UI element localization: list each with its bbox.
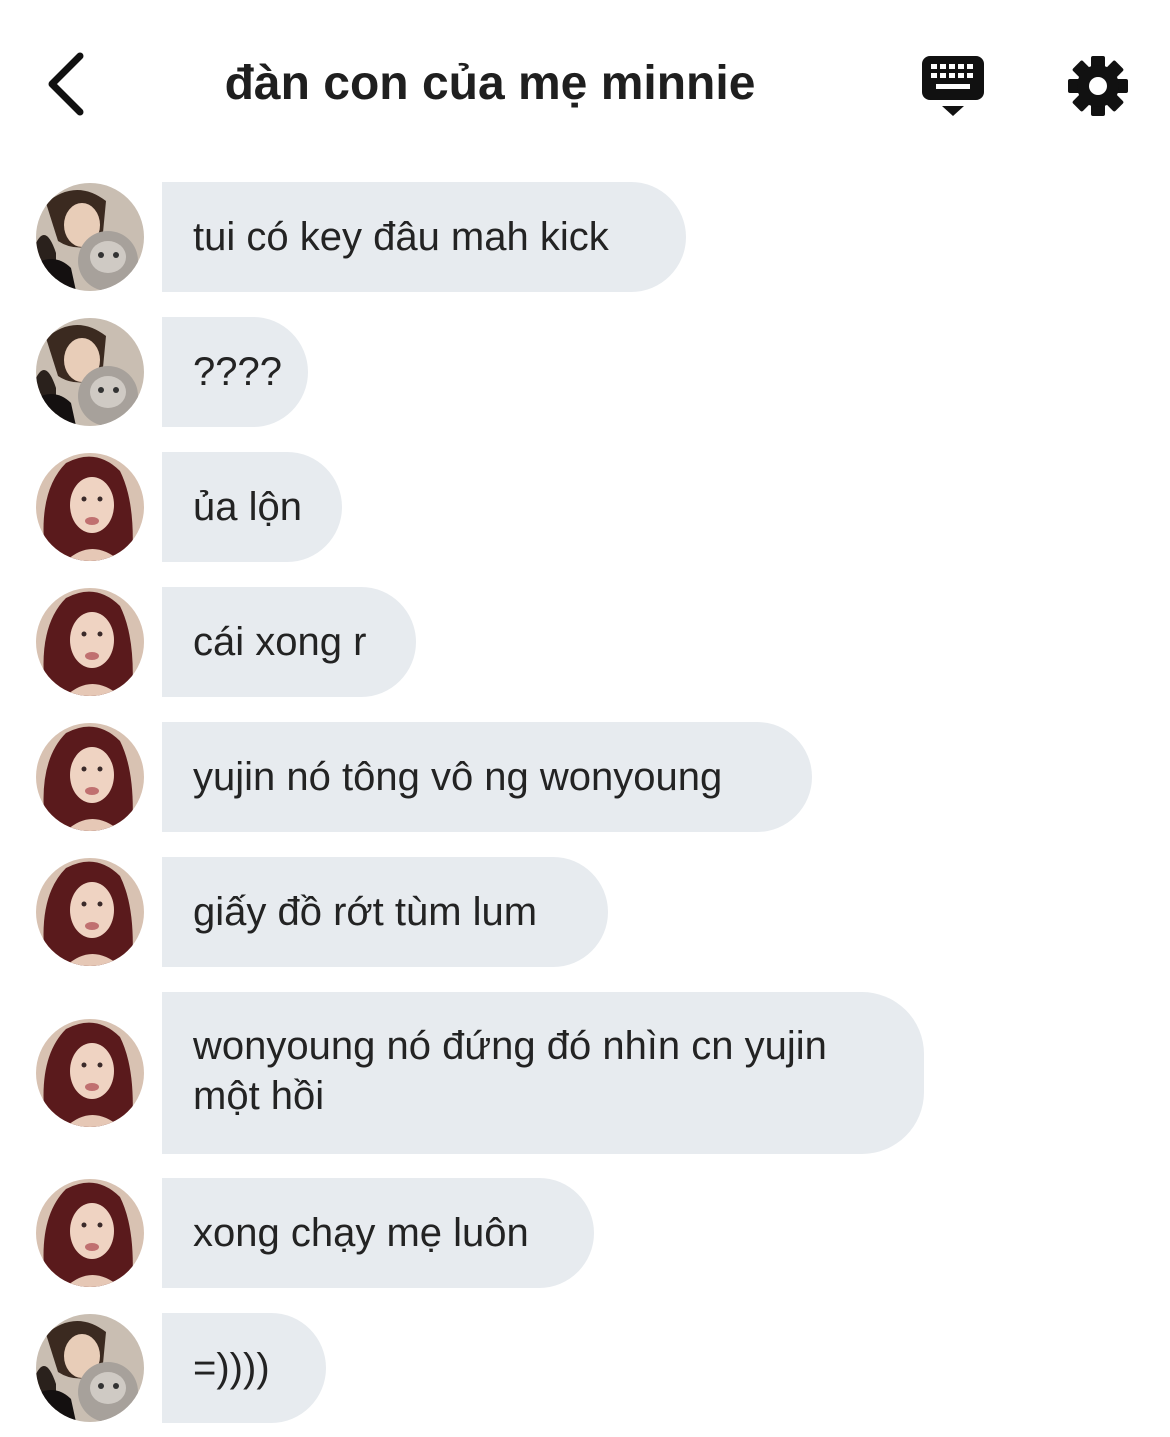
avatar[interactable] xyxy=(36,858,144,966)
avatar[interactable] xyxy=(36,318,144,426)
message-row: xong chạy mẹ luôn xyxy=(36,1178,594,1288)
avatar[interactable] xyxy=(36,183,144,291)
message-row: cái xong r xyxy=(36,587,416,697)
avatar[interactable] xyxy=(36,1314,144,1422)
avatar[interactable] xyxy=(36,723,144,831)
message-row: wonyoung nó đứng đó nhìn cn yujin một hồ… xyxy=(36,992,924,1154)
message-bubble[interactable]: cái xong r xyxy=(162,587,416,697)
message-row: ???? xyxy=(36,317,308,427)
message-row: yujin nó tông vô ng wonyoung xyxy=(36,722,812,832)
message-list: tui có key đâu mah kick ???? ủa lộn cái … xyxy=(0,0,1170,1437)
message-row: tui có key đâu mah kick xyxy=(36,182,686,292)
message-row: ủa lộn xyxy=(36,452,342,562)
avatar[interactable] xyxy=(36,1019,144,1127)
message-bubble[interactable]: giấy đồ rớt tùm lum xyxy=(162,857,608,967)
message-row: giấy đồ rớt tùm lum xyxy=(36,857,608,967)
message-bubble[interactable]: wonyoung nó đứng đó nhìn cn yujin một hồ… xyxy=(162,992,924,1154)
avatar[interactable] xyxy=(36,1179,144,1287)
message-bubble[interactable]: tui có key đâu mah kick xyxy=(162,182,686,292)
avatar[interactable] xyxy=(36,588,144,696)
message-bubble[interactable]: xong chạy mẹ luôn xyxy=(162,1178,594,1288)
message-bubble[interactable]: ???? xyxy=(162,317,308,427)
avatar[interactable] xyxy=(36,453,144,561)
message-row: =)))) xyxy=(36,1313,326,1423)
message-bubble[interactable]: =)))) xyxy=(162,1313,326,1423)
message-bubble[interactable]: ủa lộn xyxy=(162,452,342,562)
message-bubble[interactable]: yujin nó tông vô ng wonyoung xyxy=(162,722,812,832)
